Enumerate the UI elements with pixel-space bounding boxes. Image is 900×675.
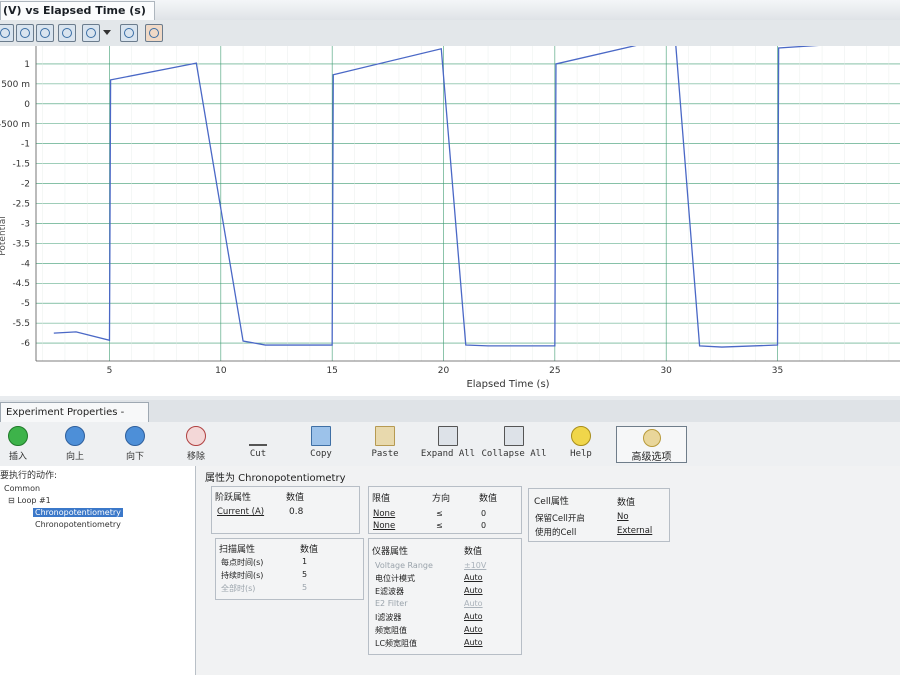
graph-settings-icon[interactable]: [120, 24, 138, 42]
y-tick-label: -3: [21, 219, 30, 229]
y-tick-label: -5.5: [12, 319, 30, 329]
cut-button[interactable]: Cut: [223, 426, 293, 459]
scan-properties-box: 扫描属性 数值 每点时间(s) 1 持续时间(s) 5 全部时(s) 5: [215, 538, 364, 600]
paste-button[interactable]: Paste: [350, 426, 420, 459]
zoom-y-icon[interactable]: [36, 24, 54, 42]
y-axis-label: Potential: [0, 216, 8, 255]
x-tick-label: 20: [438, 366, 450, 376]
tree-title: 要执行的动作:: [0, 471, 58, 481]
y-tick-label: -1.5: [12, 160, 30, 170]
chart-svg: 1 500 m 0 -500 m -1 -1.5 -2 -2.5 -3 -3.5 -4 -4.5 -5 -…: [0, 46, 900, 390]
y-tick-label: -5: [21, 299, 30, 309]
y-tick-label: -500 m: [0, 120, 30, 130]
current-label[interactable]: Current (A): [217, 507, 264, 517]
zoom-in-icon[interactable]: [0, 24, 14, 42]
arrow-up-icon: [65, 426, 85, 446]
y-tick-label: -2: [21, 180, 30, 190]
instrument-box: 仪器属性 数值 Voltage Range ±10V 电位计模式 Auto E滤…: [368, 538, 522, 655]
remove-button[interactable]: 移除: [161, 426, 231, 462]
y-tick-label: -6: [21, 339, 30, 349]
expand-all-button[interactable]: Expand All: [413, 426, 483, 459]
tree-node-common[interactable]: Common: [4, 484, 40, 493]
collapse-icon: [504, 426, 524, 446]
help-icon: [571, 426, 591, 446]
properties-title: 属性为 Chronopotentiometry: [205, 473, 346, 484]
graph-toolbar: [0, 20, 900, 47]
collapse-all-button[interactable]: Collapse All: [479, 426, 549, 459]
y-tick-label: 1: [24, 60, 30, 70]
cell-properties-box: Cell属性 数值 保留Cell开启 No 使用的Cell External: [528, 488, 670, 542]
scissors-icon: [249, 426, 267, 446]
control-properties-box: 阶跃属性 数值 Current (A) 0.8: [211, 486, 360, 534]
x-tick-label: 25: [549, 366, 560, 376]
x-tick-label: 15: [326, 366, 337, 376]
cursor-icon[interactable]: [82, 24, 100, 42]
plus-icon: [8, 426, 28, 446]
copy-button[interactable]: Copy: [286, 426, 356, 459]
y-tick-label: -3.5: [12, 239, 30, 249]
zoom-out-icon[interactable]: [58, 24, 76, 42]
x-axis-label: Elapsed Time (s): [466, 379, 549, 390]
x-tick-label: 30: [660, 366, 672, 376]
dropdown-arrow-icon[interactable]: [103, 30, 111, 35]
action-ribbon: 插入 向上 向下 移除 Cut Copy Paste Expand All Co…: [0, 422, 900, 467]
advanced-options-button[interactable]: 高级选项: [616, 426, 687, 463]
current-value[interactable]: 0.8: [289, 507, 303, 517]
limits-box: 限值 方向 数值 None ≤ 0 None ≤ 0: [368, 486, 522, 534]
y-tick-label: 500 m: [1, 80, 30, 90]
remove-icon: [186, 426, 206, 446]
tree-node-second[interactable]: Chronopotentiometry: [35, 520, 121, 529]
expand-icon: [438, 426, 458, 446]
x-tick-label: 5: [107, 366, 113, 376]
x-tick-label: 10: [215, 366, 227, 376]
y-tick-label: -2.5: [12, 200, 30, 210]
paste-icon: [375, 426, 395, 446]
copy-icon: [311, 426, 331, 446]
potential-time-chart: 1 500 m 0 -500 m -1 -1.5 -2 -2.5 -3 -3.5 -4 -4.5 -5 -…: [0, 46, 900, 396]
help-button[interactable]: Help: [546, 426, 616, 459]
zoom-x-icon[interactable]: [16, 24, 34, 42]
advanced-icon: [642, 429, 661, 447]
tree-node-selected[interactable]: Chronopotentiometry: [33, 508, 123, 517]
export-icon[interactable]: [145, 24, 163, 42]
y-tick-label: -4: [21, 259, 30, 269]
experiment-properties-tab[interactable]: Experiment Properties - Data Ac...: [0, 402, 149, 437]
x-tick-label: 35: [772, 366, 783, 376]
arrow-down-icon: [125, 426, 145, 446]
tree-node-loop[interactable]: ⊟ Loop #1: [8, 496, 51, 505]
y-tick-label: -1: [21, 140, 30, 150]
y-tick-label: -4.5: [12, 279, 30, 289]
window-title-tab[interactable]: (V) vs Elapsed Time (s): [0, 1, 155, 20]
move-down-button[interactable]: 向下: [100, 426, 170, 462]
y-tick-label: 0: [24, 100, 30, 110]
action-tree-pane: 要执行的动作: Common ⊟ Loop #1 Chronopotentiom…: [0, 466, 196, 675]
